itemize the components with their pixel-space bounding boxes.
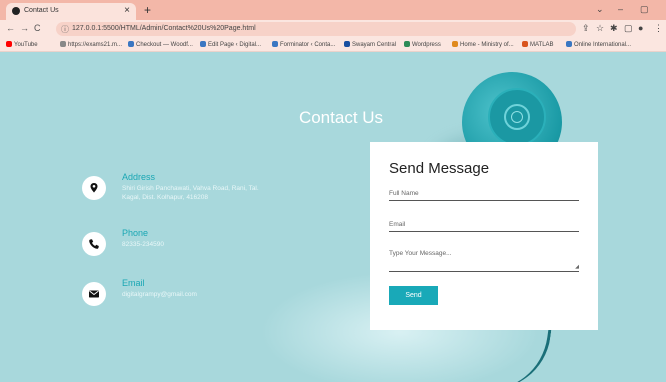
send-button[interactable]: Send [389,286,438,305]
bookmark-item[interactable]: Home - Ministry of... [452,41,514,48]
full-name-input[interactable]: Full Name [389,190,579,201]
location-icon [90,183,98,193]
flag-icon [452,41,458,47]
address-text: Shiri Girish Panchawati, Vahva Road, Ran… [122,185,259,201]
phone-icon [89,239,99,249]
email-icon-badge [82,282,106,306]
profile-icon[interactable]: ● [638,23,643,33]
youtube-icon [6,41,12,47]
extensions-icon[interactable]: ✱ [610,23,618,34]
address-label: Address [122,172,156,182]
reload-icon[interactable]: C [34,23,41,33]
bookmark-item[interactable]: Edit Page ‹ Digital... [200,41,261,48]
email-input[interactable]: Email [389,221,579,232]
bookmark-item[interactable]: Checkout — Woodf... [128,41,193,48]
maximize-icon[interactable]: ▢ [640,4,649,15]
browser-toolbar: ← → C ⓘ 127.0.0.1:5500/HTML/Admin/Contac… [0,20,666,38]
form-title: Send Message [389,160,490,177]
tab-close-icon[interactable]: × [124,5,130,16]
resize-handle-icon[interactable]: ◢ [575,264,579,270]
tab-search-icon[interactable]: ⌄ [596,4,604,15]
bookmark-item[interactable]: Online International... [566,41,631,48]
menu-icon[interactable]: ⋮ [654,23,663,34]
back-icon[interactable]: ← [6,23,15,33]
bookmark-item[interactable]: YouTube [6,41,38,48]
send-message-form: Send Message Full Name Email Type Your M… [370,142,598,330]
minimize-icon[interactable]: – [618,4,623,14]
wordpress-icon [128,41,134,47]
contact-page: Contact Us Address Shiri Girish Panchawa… [0,52,666,382]
share-icon[interactable]: ⇪ [582,23,590,34]
wordpress-icon [404,41,410,47]
address-icon-badge [82,176,106,200]
email-label: Email [122,278,145,288]
page-icon [566,41,572,47]
phone-text: 82335-234590 [122,241,164,248]
bookmark-item[interactable]: MATLAB [522,41,554,48]
address-bar[interactable]: ⓘ 127.0.0.1:5500/HTML/Admin/Contact%20Us… [56,22,576,36]
swayam-icon [344,41,350,47]
site-info-icon[interactable]: ⓘ [61,24,69,35]
email-text: digitalgrampy@gmail.com [122,291,197,298]
url-text: 127.0.0.1:5500/HTML/Admin/Contact%20Us%2… [72,25,256,32]
message-textarea[interactable]: Type Your Message... ◢ [389,250,579,272]
envelope-icon [89,290,99,298]
tab-title: Contact Us [24,7,59,14]
bookmark-item[interactable]: Swayam Central [344,41,396,48]
favicon-icon [12,7,20,15]
sidebar-icon[interactable]: ▢ [624,23,633,34]
phone-icon-badge [82,232,106,256]
wordpress-icon [272,41,278,47]
message-placeholder: Type Your Message... [389,250,452,257]
browser-tabstrip: Contact Us × + ⌄ – ▢ [0,0,666,20]
forward-icon[interactable]: → [20,23,29,33]
browser-tab[interactable]: Contact Us × [6,3,136,20]
bookmarks-bar: YouTube https://exams21.m... Checkout — … [0,38,666,52]
new-tab-button[interactable]: + [144,3,151,17]
page-title: Contact Us [298,108,384,127]
bookmark-star-icon[interactable]: ☆ [596,23,604,34]
phone-label: Phone [122,228,149,238]
bookmark-item[interactable]: Forminator ‹ Conta... [272,41,335,48]
matlab-icon [522,41,528,47]
bookmark-item[interactable]: https://exams21.m... [60,41,122,48]
bookmark-item[interactable]: Wordpress [404,41,441,48]
page-icon [60,41,66,47]
wordpress-icon [200,41,206,47]
